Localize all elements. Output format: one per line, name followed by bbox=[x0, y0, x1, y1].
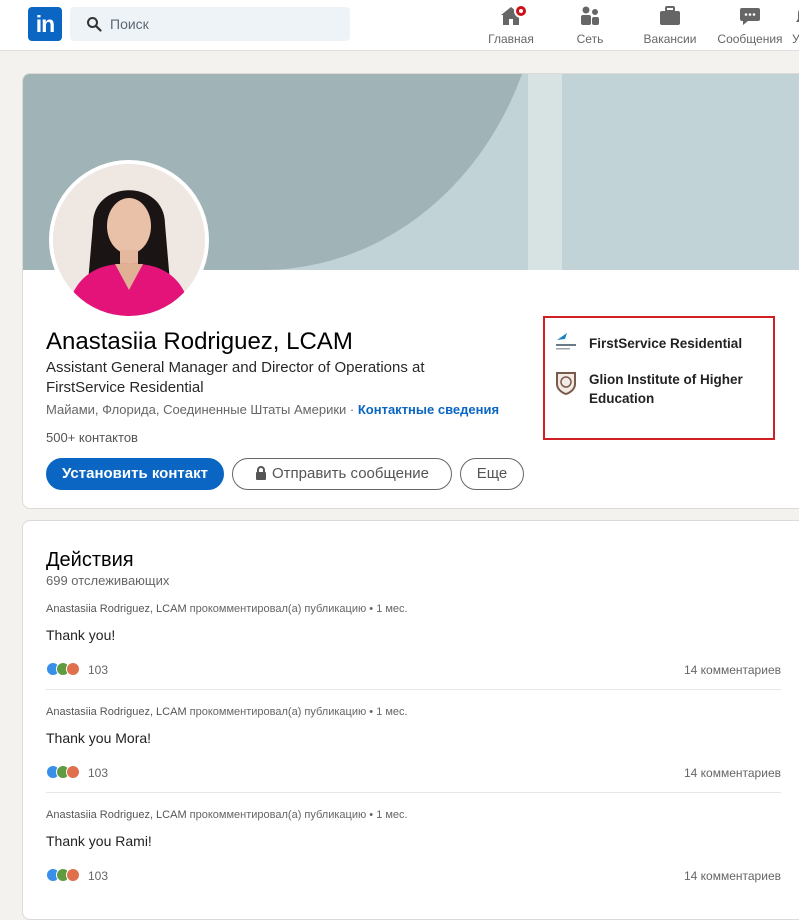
linkedin-logo[interactable]: in bbox=[28, 7, 62, 41]
banner-strip bbox=[528, 74, 562, 270]
activity-author[interactable]: Anastasiia Rodriguez, LCAM bbox=[46, 809, 187, 821]
reaction-count[interactable]: 103 bbox=[88, 663, 108, 677]
org-name: FirstService Residential bbox=[589, 336, 743, 351]
search-icon bbox=[87, 17, 102, 32]
search-placeholder: Поиск bbox=[110, 16, 149, 32]
activity-action: прокомментировал(а) публикацию • 1 мес. bbox=[186, 809, 408, 821]
activity-action: прокомментировал(а) публикацию • 1 мес. bbox=[186, 706, 408, 718]
love-icon bbox=[66, 662, 80, 676]
nav-label: У bbox=[792, 32, 799, 46]
activity-title: Действия bbox=[46, 549, 134, 571]
divider bbox=[46, 689, 781, 690]
comment-count[interactable]: 14 комментариев bbox=[684, 869, 781, 883]
message-button-label: Отправить сообщение bbox=[271, 465, 429, 482]
activity-meta: Anastasiia Rodriguez, LCAM прокомментиро… bbox=[46, 706, 408, 718]
firstservice-logo bbox=[556, 333, 576, 350]
notifications-icon bbox=[796, 9, 799, 22]
notification-badge bbox=[514, 4, 528, 18]
nav-messaging[interactable]: Сообщения bbox=[717, 4, 783, 48]
profile-headline: Assistant General Manager and Director o… bbox=[46, 359, 425, 396]
nav-home[interactable]: Главная bbox=[486, 4, 536, 48]
nav-network[interactable]: Сеть bbox=[565, 4, 615, 48]
nav-label: Сеть bbox=[576, 32, 604, 46]
activity-action: прокомментировал(а) публикацию • 1 мес. bbox=[186, 603, 408, 615]
profile-name: Anastasiia Rodriguez, LCAM bbox=[46, 328, 353, 355]
message-button[interactable]: Отправить сообщение bbox=[232, 458, 452, 490]
org-name: Glion Institute of Higher Education bbox=[589, 372, 743, 406]
comment-text: Thank you! bbox=[46, 627, 116, 643]
love-icon bbox=[66, 765, 80, 779]
connections-count[interactable]: 500+ контактов bbox=[46, 430, 138, 445]
followers-count: 699 отслеживающих bbox=[46, 573, 170, 588]
glion-logo bbox=[556, 372, 576, 395]
reaction-count[interactable]: 103 bbox=[88, 766, 108, 780]
more-button[interactable]: Еще bbox=[460, 458, 524, 490]
contact-info-link[interactable]: Контактные сведения bbox=[358, 402, 499, 417]
comment-count[interactable]: 14 комментариев bbox=[684, 766, 781, 780]
connect-button[interactable]: Установить контакт bbox=[46, 458, 224, 490]
activity-item[interactable]: Anastasiia Rodriguez, LCAM прокомментиро… bbox=[46, 603, 781, 706]
activity-meta: Anastasiia Rodriguez, LCAM прокомментиро… bbox=[46, 603, 408, 615]
nav-label: Сообщения bbox=[717, 32, 783, 46]
comment-text: Thank you Rami! bbox=[46, 833, 152, 849]
reaction-count[interactable]: 103 bbox=[88, 869, 108, 883]
briefcase-icon bbox=[660, 6, 680, 25]
nav-notifications[interactable]: У bbox=[792, 4, 799, 48]
divider bbox=[46, 792, 781, 793]
messaging-icon bbox=[740, 8, 760, 25]
top-nav: in Поиск Главная Сеть Вакансии Сообщения… bbox=[0, 0, 799, 51]
organizations-highlight: FirstService Residential Glion Institute… bbox=[543, 316, 775, 440]
nav-jobs[interactable]: Вакансии bbox=[640, 4, 700, 48]
lock-icon bbox=[255, 466, 266, 480]
search-bar[interactable]: Поиск bbox=[70, 7, 350, 41]
comment-count[interactable]: 14 комментариев bbox=[684, 663, 781, 677]
network-icon bbox=[581, 6, 599, 25]
activity-card: Действия 699 отслеживающих Anastasiia Ro… bbox=[22, 520, 799, 920]
activity-item[interactable]: Anastasiia Rodriguez, LCAM прокомментиро… bbox=[46, 809, 781, 912]
activity-author[interactable]: Anastasiia Rodriguez, LCAM bbox=[46, 603, 187, 615]
activity-author[interactable]: Anastasiia Rodriguez, LCAM bbox=[46, 706, 187, 718]
profile-photo[interactable] bbox=[49, 160, 209, 320]
activity-item[interactable]: Anastasiia Rodriguez, LCAM прокомментиро… bbox=[46, 706, 781, 809]
profile-card: Anastasiia Rodriguez, LCAM Assistant Gen… bbox=[22, 73, 799, 509]
activity-meta: Anastasiia Rodriguez, LCAM прокомментиро… bbox=[46, 809, 408, 821]
separator-dot: · bbox=[346, 402, 358, 417]
location-line: Майами, Флорида, Соединенные Штаты Амери… bbox=[46, 402, 499, 417]
avatar-illustration bbox=[53, 164, 205, 316]
love-icon bbox=[66, 868, 80, 882]
nav-label: Вакансии bbox=[643, 32, 697, 46]
comment-text: Thank you Mora! bbox=[46, 730, 152, 746]
profile-location: Майами, Флорида, Соединенные Штаты Амери… bbox=[46, 402, 347, 417]
nav-label: Главная bbox=[488, 32, 534, 46]
